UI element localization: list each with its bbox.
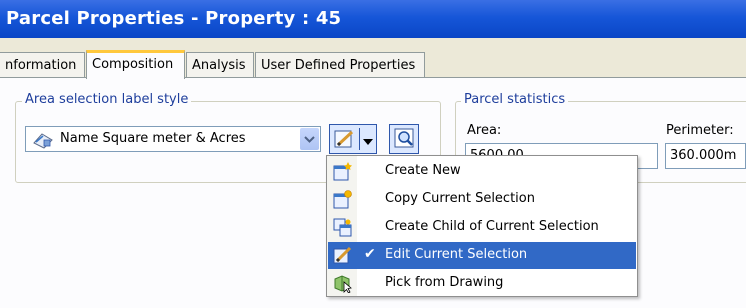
- window-title: Parcel Properties - Property : 45: [6, 8, 342, 29]
- tab-analysis[interactable]: Analysis: [186, 52, 254, 78]
- menu-item-edit-current-selection[interactable]: ✔ Edit Current Selection: [328, 242, 636, 269]
- create-new-icon: [333, 162, 352, 181]
- menu-item-create-child-of-current-selection[interactable]: Create Child of Current Selection: [328, 214, 636, 241]
- menu-item-label: Copy Current Selection: [385, 191, 535, 206]
- tab-strip: nformation Composition Analysis User Def…: [0, 50, 746, 79]
- tab-label: User Defined Properties: [261, 58, 416, 73]
- menu-item-label: Create Child of Current Selection: [385, 219, 599, 234]
- tab-label: nformation: [5, 58, 77, 73]
- area-label: Area:: [467, 123, 502, 138]
- label-style-group-title: Area selection label style: [22, 92, 192, 107]
- style-details-button[interactable]: [389, 124, 419, 154]
- pick-from-drawing-icon: [333, 274, 352, 294]
- menu-item-copy-current-selection[interactable]: Copy Current Selection: [328, 186, 636, 213]
- edit-style-icon: [334, 129, 356, 153]
- perimeter-value: 360.000m: [670, 148, 737, 163]
- menu-item-pick-from-drawing[interactable]: Pick from Drawing: [328, 270, 636, 297]
- checkmark-icon: ✔: [364, 246, 376, 262]
- label-style-value: Name Square meter & Acres: [60, 131, 246, 146]
- tab-composition[interactable]: Composition: [86, 50, 185, 79]
- chevron-down-icon: [304, 136, 315, 143]
- style-edit-split-button[interactable]: [329, 124, 377, 154]
- menu-item-label: Create New: [385, 163, 461, 178]
- perimeter-label: Perimeter:: [666, 123, 734, 138]
- tab-information[interactable]: nformation: [0, 52, 85, 78]
- menu-item-create-new[interactable]: Create New: [328, 158, 636, 185]
- combo-dropdown-button[interactable]: [300, 128, 319, 150]
- label-style-icon: [32, 131, 54, 153]
- edit-style-icon: [333, 246, 352, 265]
- label-style-combo[interactable]: Name Square meter & Acres: [25, 126, 321, 152]
- copy-style-icon: [333, 190, 352, 209]
- menu-item-label: Edit Current Selection: [385, 247, 528, 262]
- tab-label: Analysis: [192, 58, 246, 73]
- style-dropdown-menu: Create New Copy Current Selection Create…: [326, 155, 638, 297]
- menu-item-label: Pick from Drawing: [385, 275, 504, 290]
- split-separator: [359, 128, 360, 150]
- title-bar[interactable]: Parcel Properties - Property : 45: [0, 0, 746, 38]
- tab-user-defined-properties[interactable]: User Defined Properties: [255, 52, 425, 78]
- tab-label: Composition: [92, 57, 174, 72]
- child-style-icon: [333, 218, 352, 237]
- perimeter-field[interactable]: 360.000m: [665, 143, 746, 169]
- magnifier-icon: [394, 128, 416, 154]
- parcel-statistics-group-title: Parcel statistics: [461, 92, 569, 107]
- caret-down-icon[interactable]: [362, 135, 374, 150]
